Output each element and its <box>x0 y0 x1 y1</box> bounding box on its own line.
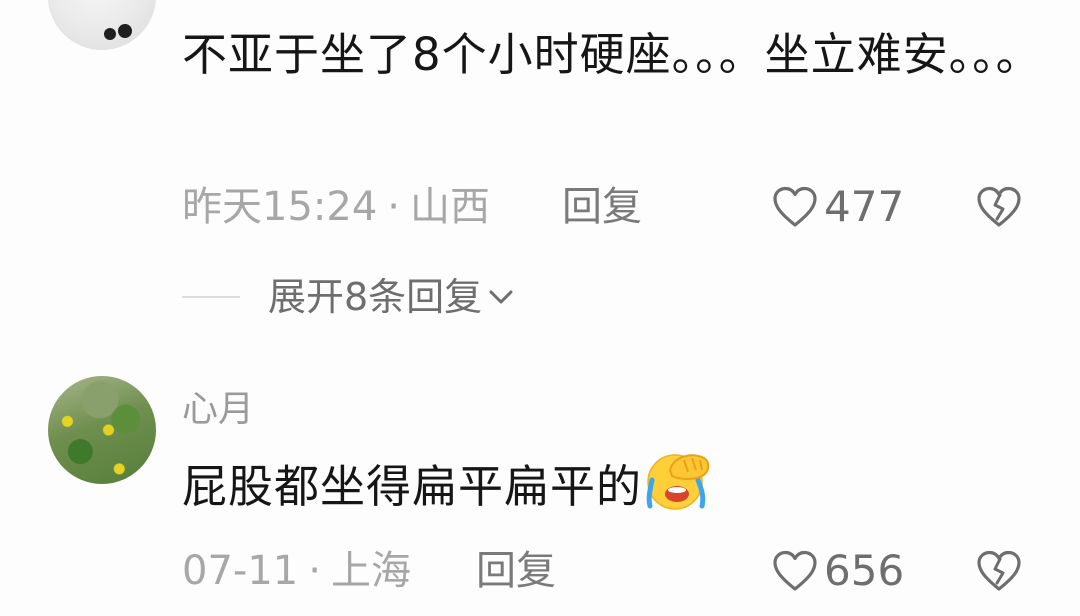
meta-separator: · <box>387 184 400 230</box>
broken-heart-icon <box>977 186 1021 227</box>
expand-replies-button[interactable]: 展开8条回复 <box>182 272 514 322</box>
dislike-button[interactable] <box>976 550 1022 596</box>
commenter-avatar[interactable] <box>48 376 156 484</box>
comment-time: 昨天15:24 <box>182 184 378 230</box>
chevron-down-icon <box>489 290 513 304</box>
facepalm-laughing-emoji <box>644 450 714 530</box>
divider-line <box>182 296 240 298</box>
reply-button[interactable]: 回复 <box>476 546 556 596</box>
like-button[interactable]: 656 <box>772 546 904 596</box>
like-count: 656 <box>824 546 905 595</box>
heart-outline-icon <box>773 550 817 591</box>
comment-time: 07-11 <box>182 548 299 594</box>
comment-location: 山西 <box>410 184 490 230</box>
comment-text: 屁股都坐得扁平扁平的 <box>182 450 714 530</box>
meta-separator: · <box>308 548 321 594</box>
comment-body: 屁股都坐得扁平扁平的 <box>182 460 643 513</box>
comment-text: 不亚于坐了8个小时硬座。。。坐立难安。。。 <box>182 28 1042 81</box>
heart-outline-icon <box>773 186 817 227</box>
comment-location: 上海 <box>330 548 411 594</box>
like-button[interactable]: 477 <box>772 182 904 232</box>
like-count: 477 <box>824 182 905 231</box>
commenter-avatar[interactable] <box>48 0 156 50</box>
comment-meta: 07-11 · 上海 <box>182 546 411 596</box>
comment-meta: 昨天15:24 · 山西 <box>182 182 490 232</box>
broken-heart-icon <box>977 550 1021 591</box>
reply-button[interactable]: 回复 <box>562 182 642 232</box>
expand-replies-label: 展开8条回复 <box>268 275 483 319</box>
dislike-button[interactable] <box>976 186 1022 232</box>
comment-username[interactable]: 心月 <box>182 388 254 432</box>
